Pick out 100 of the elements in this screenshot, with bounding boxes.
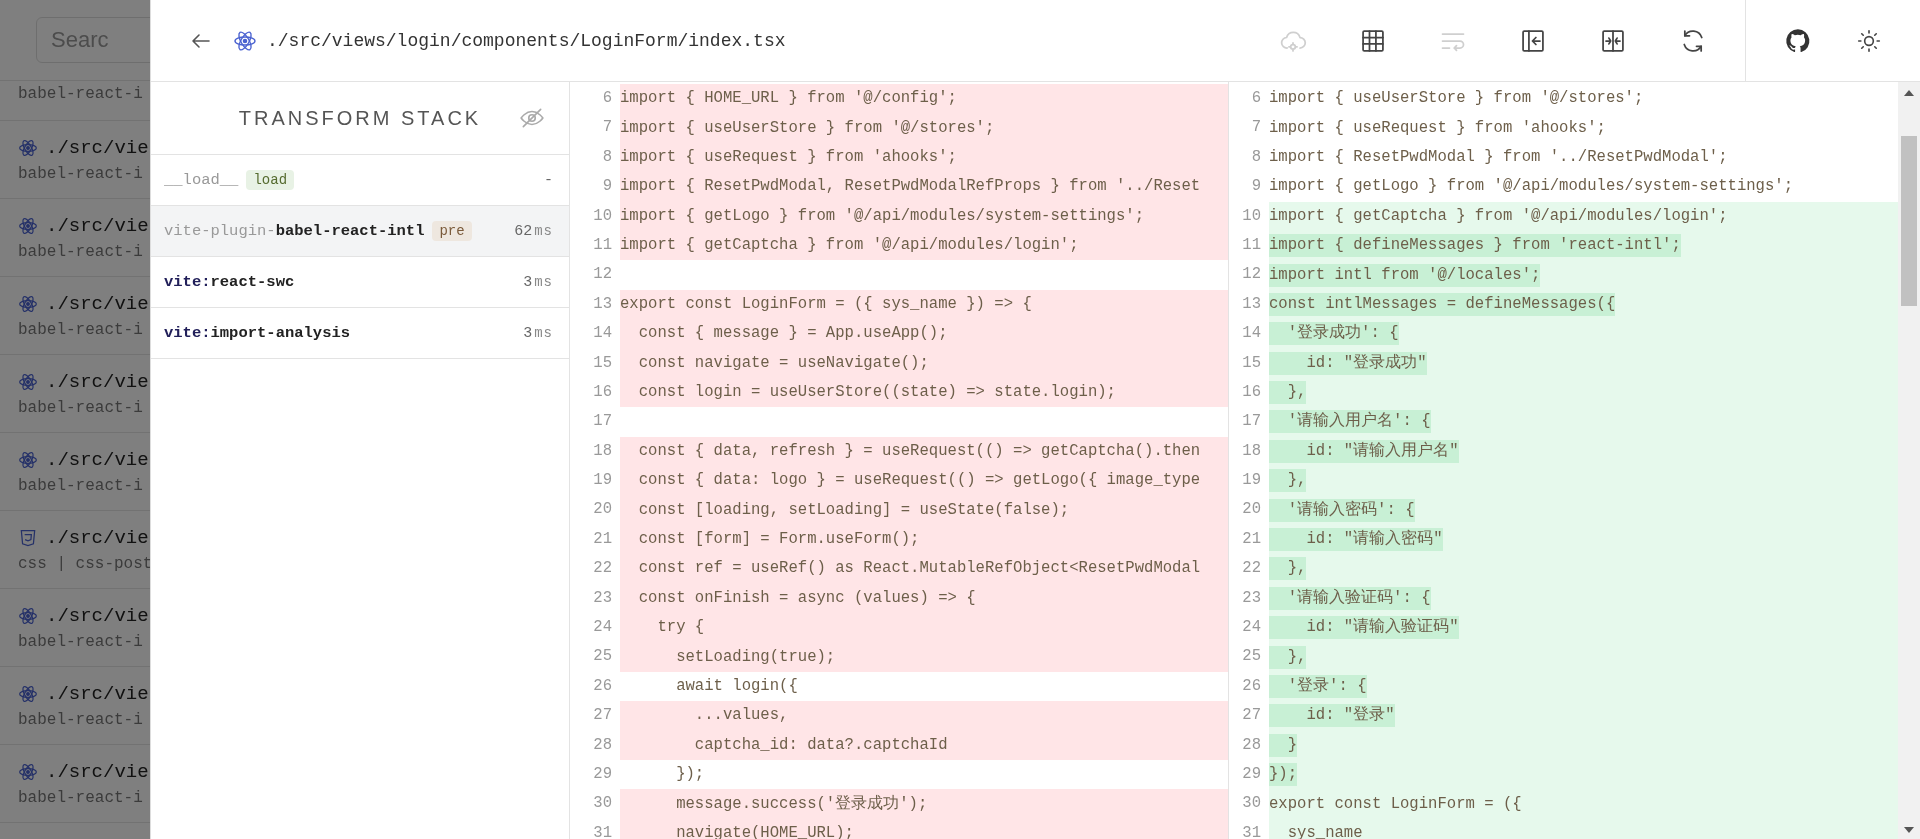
file-path[interactable]: ./src/vie xyxy=(46,682,149,705)
file-path[interactable]: ./src/vie xyxy=(46,370,149,393)
duration-value: 3 xyxy=(523,324,533,342)
file-path[interactable]: ./src/vie xyxy=(46,604,149,627)
code-text: const [loading, setLoading] = useState(false); xyxy=(637,499,1070,521)
line-number: 19 xyxy=(592,470,613,492)
line-number: 29 xyxy=(1241,764,1262,785)
file-path[interactable]: ./src/vie xyxy=(46,292,149,315)
line-number: 17 xyxy=(592,411,613,433)
line-number: 31 xyxy=(1241,822,1262,839)
file-path[interactable]: ./src/vie xyxy=(46,136,149,159)
duration-value: 3 xyxy=(523,273,533,291)
code-text: id: "请输入用户名" xyxy=(1269,439,1459,463)
line-number: 13 xyxy=(592,293,613,315)
plugin-name: vite-plugin-babel-react-intl xyxy=(164,222,425,240)
code-text: const { message } = App.useApp(); xyxy=(637,323,948,345)
line-number: 12 xyxy=(592,264,613,286)
line-number: 26 xyxy=(592,675,613,697)
line-number: 25 xyxy=(1241,646,1262,668)
plugin-name: babel-react-i xyxy=(18,320,144,339)
code-text: import { getCaptcha } from '@/api/modules/login'; xyxy=(1269,205,1728,227)
atom-icon xyxy=(18,683,38,704)
duration-value: - xyxy=(544,171,553,189)
github-icon[interactable] xyxy=(1784,26,1812,55)
transform-row[interactable]: vite:import-analysis 3 ms xyxy=(151,308,569,359)
atom-icon xyxy=(18,371,38,392)
duration-unit: ms xyxy=(534,325,553,341)
line-number: 27 xyxy=(592,705,613,727)
sun-icon[interactable] xyxy=(1856,27,1882,54)
plugin-name: babel-react-i xyxy=(18,164,144,183)
code-text: id: "请输入验证码" xyxy=(1269,616,1459,640)
caret-up-icon[interactable] xyxy=(1904,90,1914,96)
transform-row[interactable]: vite-plugin-babel-react-intl pre 62 ms xyxy=(151,206,569,257)
scrollbar-thumb[interactable] xyxy=(1901,136,1917,306)
code-text: const login = useUserStore((state) => state.login); xyxy=(637,382,1116,404)
code-text: const { data, refresh } = useRequest(() => getCaptcha().then xyxy=(637,440,1201,462)
code-text: '请输入用户名': { xyxy=(1269,410,1431,434)
plugin-name: __load__ xyxy=(164,171,239,189)
code-text: const ref = useRef() as React.MutableRefObject<ResetPwdModal xyxy=(637,558,1201,580)
line-number: 27 xyxy=(1241,705,1262,727)
line-number: 6 xyxy=(1250,88,1262,109)
transform-row[interactable]: vite:react-swc 3 ms xyxy=(151,257,569,308)
file-path[interactable]: ./src/vie xyxy=(46,760,149,783)
line-number: 20 xyxy=(592,499,613,521)
code-text: try { xyxy=(656,617,705,639)
line-number: 21 xyxy=(1241,528,1262,550)
plugin-name: babel-react-i xyxy=(18,476,144,495)
line-number: 19 xyxy=(1241,470,1262,492)
line-number: 23 xyxy=(592,587,613,609)
plugin-name: css | css-post xyxy=(18,554,150,573)
line-number: 8 xyxy=(601,146,613,168)
code-text: }, xyxy=(1269,645,1307,669)
line-number: 11 xyxy=(592,234,613,256)
line-number: 29 xyxy=(592,764,613,785)
line-number: 22 xyxy=(1241,558,1262,580)
code-text: import { ResetPwdModal } from '../ResetPwdModal'; xyxy=(1269,146,1728,168)
scrollbar[interactable] xyxy=(1898,82,1920,839)
code-text: id: "登录成功" xyxy=(1269,351,1427,375)
code-text: const { data: logo } = useRequest(() => getLogo({ image_type xyxy=(637,470,1201,492)
file-path[interactable]: ./src/vie xyxy=(46,448,149,471)
code-text: const [form] = Form.useForm(); xyxy=(637,529,920,551)
plugin-name: vite:import-analysis xyxy=(164,324,351,342)
line-number: 14 xyxy=(1241,323,1262,345)
line-number: 7 xyxy=(1250,117,1262,139)
duration-unit: ms xyxy=(534,223,553,239)
line-number: 10 xyxy=(592,205,613,227)
code-text: setLoading(true); xyxy=(675,646,836,668)
file-path[interactable]: ./src/vie xyxy=(46,526,149,549)
atom-icon xyxy=(18,137,38,158)
code-text: export const LoginForm = ({ xyxy=(1269,793,1522,815)
atom-icon xyxy=(18,449,38,470)
hook-tag: pre xyxy=(432,221,472,241)
caret-down-icon[interactable] xyxy=(1904,827,1914,833)
line-number: 7 xyxy=(601,117,613,139)
file-path: ./src/views/login/components/LoginForm/index.tsx xyxy=(267,30,786,51)
code-text: '请输入密码': { xyxy=(1269,498,1415,522)
code-text: import intl from '@/locales'; xyxy=(1269,263,1541,287)
line-number: 16 xyxy=(1241,381,1262,403)
code-text: }); xyxy=(1269,763,1298,787)
line-number: 12 xyxy=(1241,264,1262,286)
code-text: const onFinish = async (values) => { xyxy=(637,587,976,609)
line-number: 26 xyxy=(1241,675,1262,697)
code-text: id: "请输入密码" xyxy=(1269,528,1443,552)
code-text: }, xyxy=(1269,469,1307,493)
file-path[interactable]: ./src/vie xyxy=(46,214,149,237)
code-text: '登录': { xyxy=(1269,675,1367,698)
code-text: ...values, xyxy=(693,705,789,727)
line-number: 17 xyxy=(1241,411,1262,433)
code-text: }, xyxy=(1269,557,1307,581)
line-number: 18 xyxy=(592,440,613,462)
code-text: import { useRequest } from 'ahooks'; xyxy=(1269,117,1606,139)
code-text: captcha_id: data?.captchaId xyxy=(693,734,948,756)
code-text: import { defineMessages } from 'react-intl'; xyxy=(1269,234,1681,258)
line-number: 21 xyxy=(592,528,613,550)
line-number: 20 xyxy=(1241,499,1262,521)
line-number: 6 xyxy=(601,88,613,109)
duration-unit: ms xyxy=(534,274,553,290)
code-text: }); xyxy=(675,764,705,786)
code-text: id: "登录" xyxy=(1269,704,1395,728)
code-text: import { getLogo } from '@/api/modules/system-settings'; xyxy=(620,205,1145,227)
